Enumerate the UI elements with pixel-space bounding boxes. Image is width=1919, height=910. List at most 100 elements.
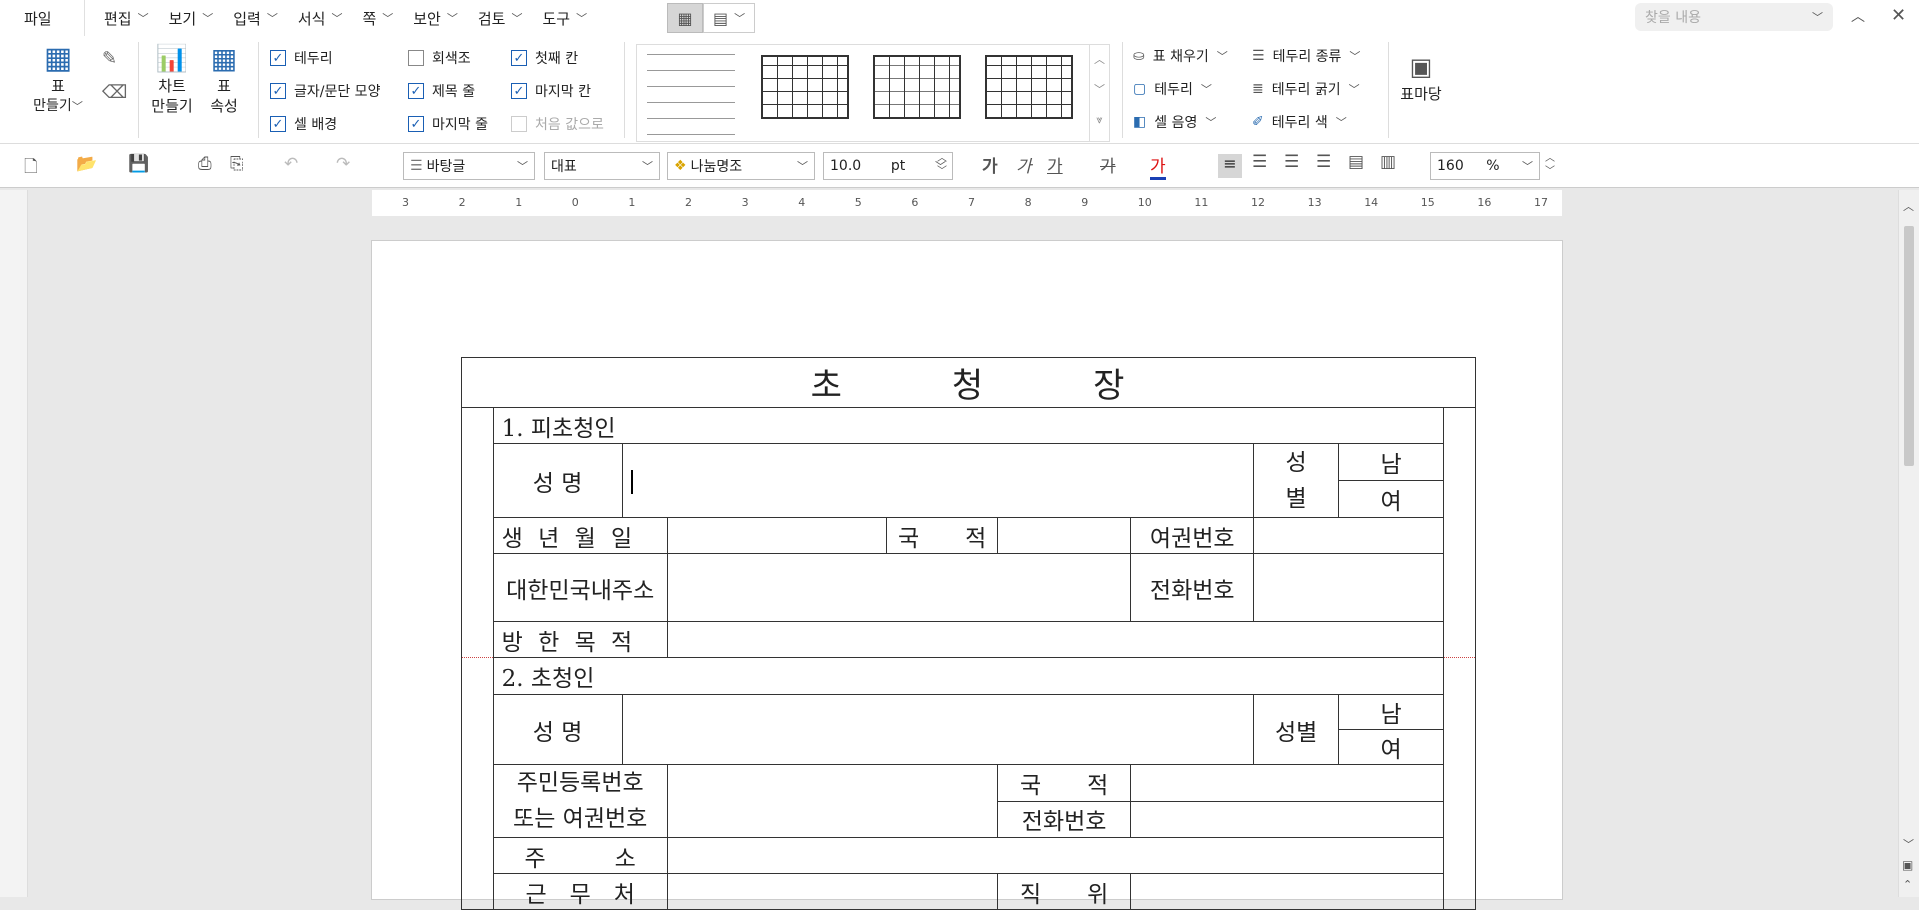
nationality-label[interactable]: 국 적 bbox=[886, 517, 999, 554]
check-cell-bg[interactable]: ✓ 셀 배경 bbox=[270, 114, 337, 134]
font-size-input[interactable]: 10.0 pt ﹀ bbox=[823, 152, 953, 180]
border-type-button[interactable]: ☰ 테두리 종류 ﹀ bbox=[1252, 46, 1360, 66]
table-style-grid-2[interactable] bbox=[873, 55, 961, 119]
gender-label[interactable]: 성 별 bbox=[1253, 443, 1339, 518]
menu-review[interactable]: 검토 ﹀ bbox=[478, 8, 523, 29]
close-icon[interactable]: ✕ bbox=[1891, 5, 1906, 26]
font-size-stepper[interactable]: ︿ ﹀ bbox=[937, 152, 947, 178]
search-dropdown-icon[interactable]: ﹀ bbox=[1812, 9, 1823, 25]
passport-value[interactable] bbox=[1253, 517, 1445, 554]
redo-icon[interactable]: ↷ bbox=[336, 154, 350, 174]
purpose-value[interactable] bbox=[666, 621, 1445, 658]
inviter-nationality-value[interactable] bbox=[1130, 764, 1445, 802]
gallery-scroll[interactable]: ︿ ﹀ ⩔ bbox=[1089, 45, 1109, 141]
kr-address-value[interactable] bbox=[666, 553, 1132, 622]
zoom-input[interactable]: 160% ﹀ bbox=[1430, 152, 1540, 180]
scroll-down-icon[interactable]: ﹀ bbox=[1903, 836, 1914, 852]
section2-heading[interactable]: 2. 초청인 bbox=[492, 657, 1445, 695]
inviter-nationality-label[interactable]: 국 적 bbox=[997, 764, 1132, 802]
inviter-gender-label[interactable]: 성별 bbox=[1253, 694, 1339, 765]
menu-page[interactable]: 쪽 ﹀ bbox=[362, 8, 393, 29]
check-char-para[interactable]: ✓ 글자/문단 모양 bbox=[270, 81, 380, 101]
workplace-value[interactable] bbox=[666, 873, 999, 910]
gender-female[interactable]: 여 bbox=[1337, 480, 1445, 518]
align-left-icon[interactable]: ☰ bbox=[1252, 152, 1267, 172]
gender-male[interactable]: 남 bbox=[1337, 443, 1445, 481]
check-first-col[interactable]: ✓ 첫째 칸 bbox=[511, 48, 578, 68]
fill-button[interactable]: ⛀ 표 채우기 ﹀ bbox=[1133, 46, 1228, 66]
draw-table-icon[interactable]: ✎ bbox=[102, 48, 117, 69]
collapse-ribbon-icon[interactable]: ︿ bbox=[1851, 6, 1865, 26]
table-make-button[interactable]: ▦ 표 만들기﹀ bbox=[30, 42, 86, 117]
lang-select[interactable]: 대표 ﹀ bbox=[544, 152, 660, 180]
next-page-icon[interactable]: ⌃ bbox=[1903, 878, 1912, 891]
name-label[interactable]: 성 명 bbox=[492, 443, 623, 518]
id-label[interactable]: 주민등록번호 또는 여권번호 bbox=[492, 764, 668, 838]
menu-security[interactable]: 보안 ﹀ bbox=[413, 8, 458, 29]
italic-button[interactable]: 가 bbox=[1016, 152, 1032, 177]
menu-format[interactable]: 서식 ﹀ bbox=[298, 8, 343, 29]
align-right-icon[interactable]: ☰ bbox=[1316, 152, 1331, 172]
menu-view[interactable]: 보기 ﹀ bbox=[169, 8, 214, 29]
birth-label[interactable]: 생 년 월 일 bbox=[492, 517, 668, 554]
divide-icon[interactable]: ▥ bbox=[1380, 152, 1396, 172]
align-center-icon[interactable]: ☰ bbox=[1284, 152, 1299, 172]
inviter-gender-female[interactable]: 여 bbox=[1337, 729, 1445, 765]
nationality-value[interactable] bbox=[997, 517, 1132, 554]
strike-button[interactable]: 가 bbox=[1100, 152, 1116, 177]
check-title-row[interactable]: ✓ 제목 줄 bbox=[408, 81, 475, 101]
border-width-button[interactable]: ≣ 테두리 굵기 ﹀ bbox=[1252, 79, 1360, 99]
inviter-name-label[interactable]: 성 명 bbox=[492, 694, 623, 765]
menu-file[interactable]: 파일 bbox=[24, 8, 52, 29]
id-value[interactable] bbox=[666, 764, 999, 838]
table-slide-button[interactable]: ▣ 표마당 bbox=[1396, 50, 1446, 104]
inviter-phone-value[interactable] bbox=[1130, 800, 1445, 838]
kr-address-label[interactable]: 대한민국내주소 bbox=[492, 553, 668, 622]
chart-make-button[interactable]: 📊 차트 만들기 bbox=[148, 42, 196, 116]
cell-shade-button[interactable]: ◧ 셀 음영 ﹀ bbox=[1133, 112, 1216, 132]
scroll-thumb[interactable] bbox=[1904, 226, 1914, 466]
address-label[interactable]: 주 소 bbox=[492, 837, 668, 874]
border-button[interactable]: ▢ 테두리 ﹀ bbox=[1133, 79, 1212, 99]
check-grayscale[interactable]: 회색조 bbox=[408, 48, 471, 68]
title-cell[interactable]: 초 청 장 bbox=[461, 357, 1476, 408]
workplace-label[interactable]: 근 무 처 bbox=[492, 873, 668, 910]
undo-icon[interactable]: ↶ bbox=[284, 154, 298, 174]
birth-value[interactable] bbox=[666, 517, 888, 554]
bold-button[interactable]: 가 bbox=[982, 152, 998, 177]
print-icon[interactable]: ⎙ bbox=[198, 154, 212, 174]
check-border[interactable]: ✓ 테두리 bbox=[270, 48, 333, 68]
inviter-name-value[interactable] bbox=[621, 694, 1255, 765]
check-last-row[interactable]: ✓ 마지막 줄 bbox=[408, 114, 488, 134]
phone-value[interactable] bbox=[1253, 553, 1445, 622]
inviter-gender-male[interactable]: 남 bbox=[1337, 694, 1445, 730]
underline-button[interactable]: 가 bbox=[1047, 152, 1063, 177]
print-preview-icon[interactable]: ⎘ bbox=[230, 154, 244, 174]
table-style-dotted[interactable] bbox=[647, 53, 735, 135]
passport-label[interactable]: 여권번호 bbox=[1130, 517, 1255, 554]
check-last-col[interactable]: ✓ 마지막 칸 bbox=[511, 81, 591, 101]
purpose-label[interactable]: 방 한 목 적 bbox=[492, 621, 668, 658]
scroll-up-icon[interactable]: ︿ bbox=[1903, 198, 1914, 214]
menu-input[interactable]: 입력 ﹀ bbox=[233, 8, 278, 29]
menu-edit[interactable]: 편집 ﹀ bbox=[104, 8, 149, 29]
position-value[interactable] bbox=[1130, 873, 1445, 910]
phone-label[interactable]: 전화번호 bbox=[1130, 553, 1255, 622]
zoom-stepper[interactable]: ︿ ﹀ bbox=[1545, 152, 1555, 178]
save-icon[interactable]: 💾 bbox=[128, 154, 149, 174]
menu-tools[interactable]: 도구 ﹀ bbox=[542, 8, 587, 29]
position-label[interactable]: 직 위 bbox=[997, 873, 1132, 910]
table-props-button[interactable]: ▦ 표 속성 bbox=[204, 42, 244, 116]
border-color-button[interactable]: ✐ 테두리 색 ﹀ bbox=[1252, 112, 1347, 132]
address-value[interactable] bbox=[666, 837, 1445, 874]
align-justify-icon[interactable]: ≡ bbox=[1218, 154, 1242, 178]
table-style-grid-3[interactable] bbox=[985, 55, 1073, 119]
table-style-grid-1[interactable] bbox=[761, 55, 849, 119]
erase-table-icon[interactable]: ⌫ bbox=[102, 82, 127, 103]
vertical-scrollbar[interactable]: ︿ ﹀ ▣ ⌃ bbox=[1898, 190, 1919, 897]
open-folder-icon[interactable]: 📂 bbox=[76, 154, 97, 174]
table-layout-tab[interactable]: ▤ ﹀ bbox=[703, 3, 755, 33]
section1-heading[interactable]: 1. 피초청인 bbox=[492, 407, 1445, 444]
table-design-tab[interactable]: ▦ bbox=[667, 3, 703, 33]
font-select[interactable]: ❖ 나눔명조 ﹀ bbox=[667, 152, 815, 180]
